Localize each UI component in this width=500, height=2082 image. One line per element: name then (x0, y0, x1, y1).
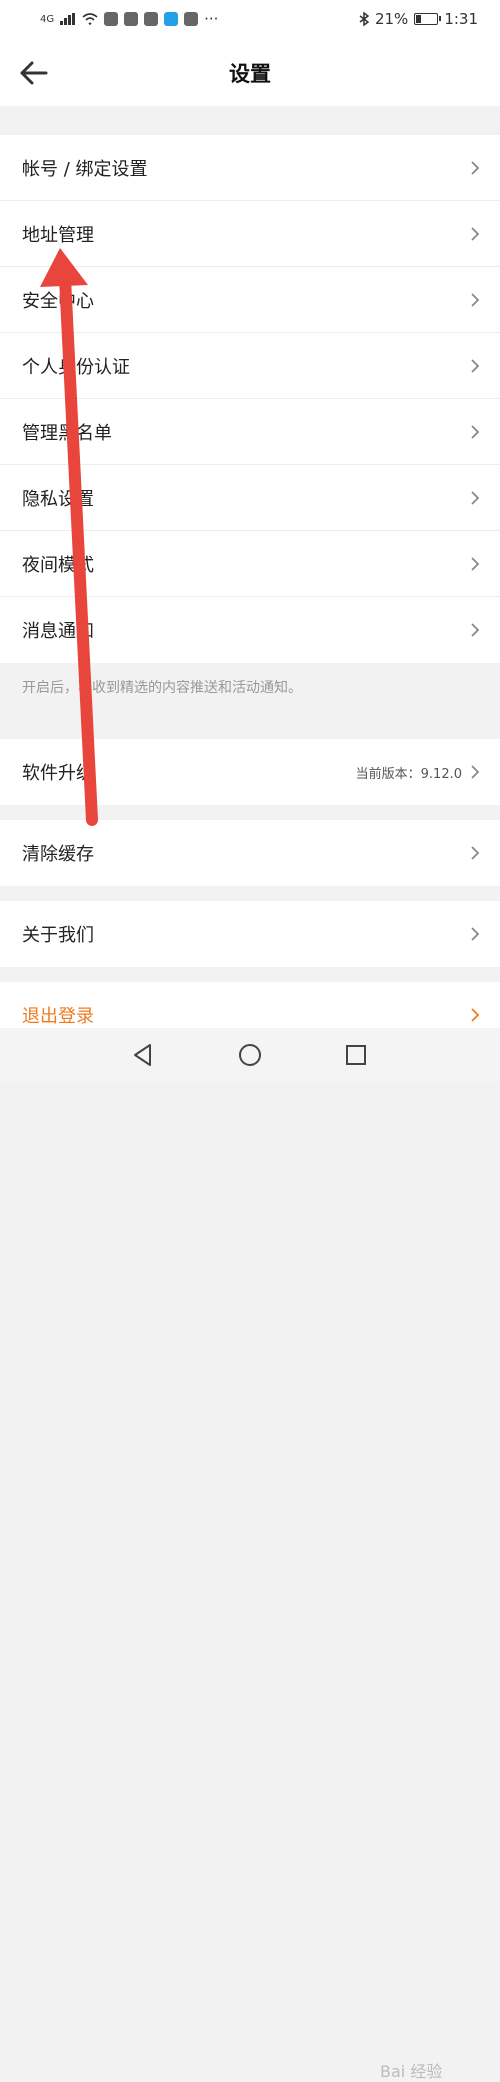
chevron-right-icon (471, 424, 480, 439)
logout-button[interactable]: 退出登录 (0, 982, 500, 1028)
status-bar-left: 4G ··· (40, 10, 218, 28)
about-group: 关于我们 (0, 901, 500, 967)
status-bar: 4G ··· 21% 1:31 (0, 0, 500, 38)
settings-item-night-mode[interactable]: 夜间模式 (0, 531, 500, 597)
settings-item-security[interactable]: 安全中心 (0, 267, 500, 333)
battery-percent: 21% (374, 10, 409, 28)
settings-item-label: 管理黑名单 (22, 422, 112, 444)
settings-item-label: 地址管理 (22, 224, 94, 246)
page-header: 设置 (0, 38, 500, 106)
notification-hint: 开启后，将收到精选的内容推送和活动通知。 (22, 680, 302, 696)
current-version: 当前版本：9.12.0 (355, 766, 462, 782)
nav-home-icon[interactable] (237, 1042, 263, 1068)
settings-item-label: 消息通知 (22, 621, 94, 642)
settings-item-clear-cache[interactable]: 清除缓存 (0, 820, 500, 886)
signal-icon (60, 13, 76, 25)
settings-item-blacklist[interactable]: 管理黑名单 (0, 399, 500, 465)
settings-item-upgrade[interactable]: 软件升级 当前版本：9.12.0 (0, 739, 500, 805)
qq-icon (104, 12, 119, 26)
settings-item-label: 个人身份认证 (22, 356, 130, 378)
chevron-right-icon (471, 556, 480, 571)
nav-recents-icon[interactable] (343, 1042, 369, 1068)
app-icon (144, 12, 159, 26)
chevron-right-icon (471, 292, 480, 307)
logout-group: 退出登录 (0, 982, 500, 1028)
settings-item-label: 软件升级 (22, 763, 94, 784)
app-icon (124, 12, 139, 26)
search-app-icon (164, 12, 179, 26)
settings-item-label: 关于我们 (22, 925, 94, 946)
wifi-icon (82, 13, 98, 25)
signal-label: 4G (40, 13, 55, 25)
more-notifications: ··· (204, 10, 219, 28)
settings-list: 帐号 / 绑定设置 地址管理 安全中心 个人身份认证 管理黑名单 隐私设置 夜间… (0, 135, 500, 663)
logout-label: 退出登录 (22, 1006, 94, 1027)
chevron-right-icon (471, 358, 480, 373)
nav-back-icon[interactable] (130, 1042, 156, 1068)
chevron-right-icon (471, 846, 480, 860)
chevron-right-icon (471, 765, 480, 779)
bluetooth-icon (359, 12, 369, 26)
mail-icon (184, 12, 199, 26)
chevron-right-icon (471, 226, 480, 241)
settings-item-label: 清除缓存 (22, 844, 94, 865)
clock: 1:31 (444, 10, 478, 28)
settings-item-notifications[interactable]: 消息通知 (0, 597, 500, 663)
settings-item-privacy[interactable]: 隐私设置 (0, 465, 500, 531)
settings-item-identity[interactable]: 个人身份认证 (0, 333, 500, 399)
chevron-right-icon (471, 160, 480, 175)
chevron-right-icon (471, 490, 480, 505)
watermark: Bai 经验 (380, 2062, 443, 2081)
chevron-right-icon (471, 623, 480, 637)
upgrade-right: 当前版本：9.12.0 (356, 763, 480, 782)
chevron-right-icon (471, 1008, 480, 1022)
settings-item-address[interactable]: 地址管理 (0, 201, 500, 267)
settings-item-about[interactable]: 关于我们 (0, 901, 500, 967)
battery-icon (414, 13, 442, 25)
system-nav-bar: Bai 经验 (0, 1028, 500, 2081)
page-title: 设置 (229, 62, 271, 86)
upgrade-group: 软件升级 当前版本：9.12.0 (0, 739, 500, 805)
status-bar-right: 21% 1:31 (359, 10, 478, 28)
settings-item-account[interactable]: 帐号 / 绑定设置 (0, 135, 500, 201)
settings-item-label: 隐私设置 (22, 488, 94, 510)
settings-item-label: 帐号 / 绑定设置 (22, 158, 148, 180)
settings-item-label: 安全中心 (22, 290, 94, 312)
chevron-right-icon (471, 927, 480, 941)
battery-fill (416, 15, 421, 23)
settings-item-label: 夜间模式 (22, 554, 94, 576)
cache-group: 清除缓存 (0, 820, 500, 886)
